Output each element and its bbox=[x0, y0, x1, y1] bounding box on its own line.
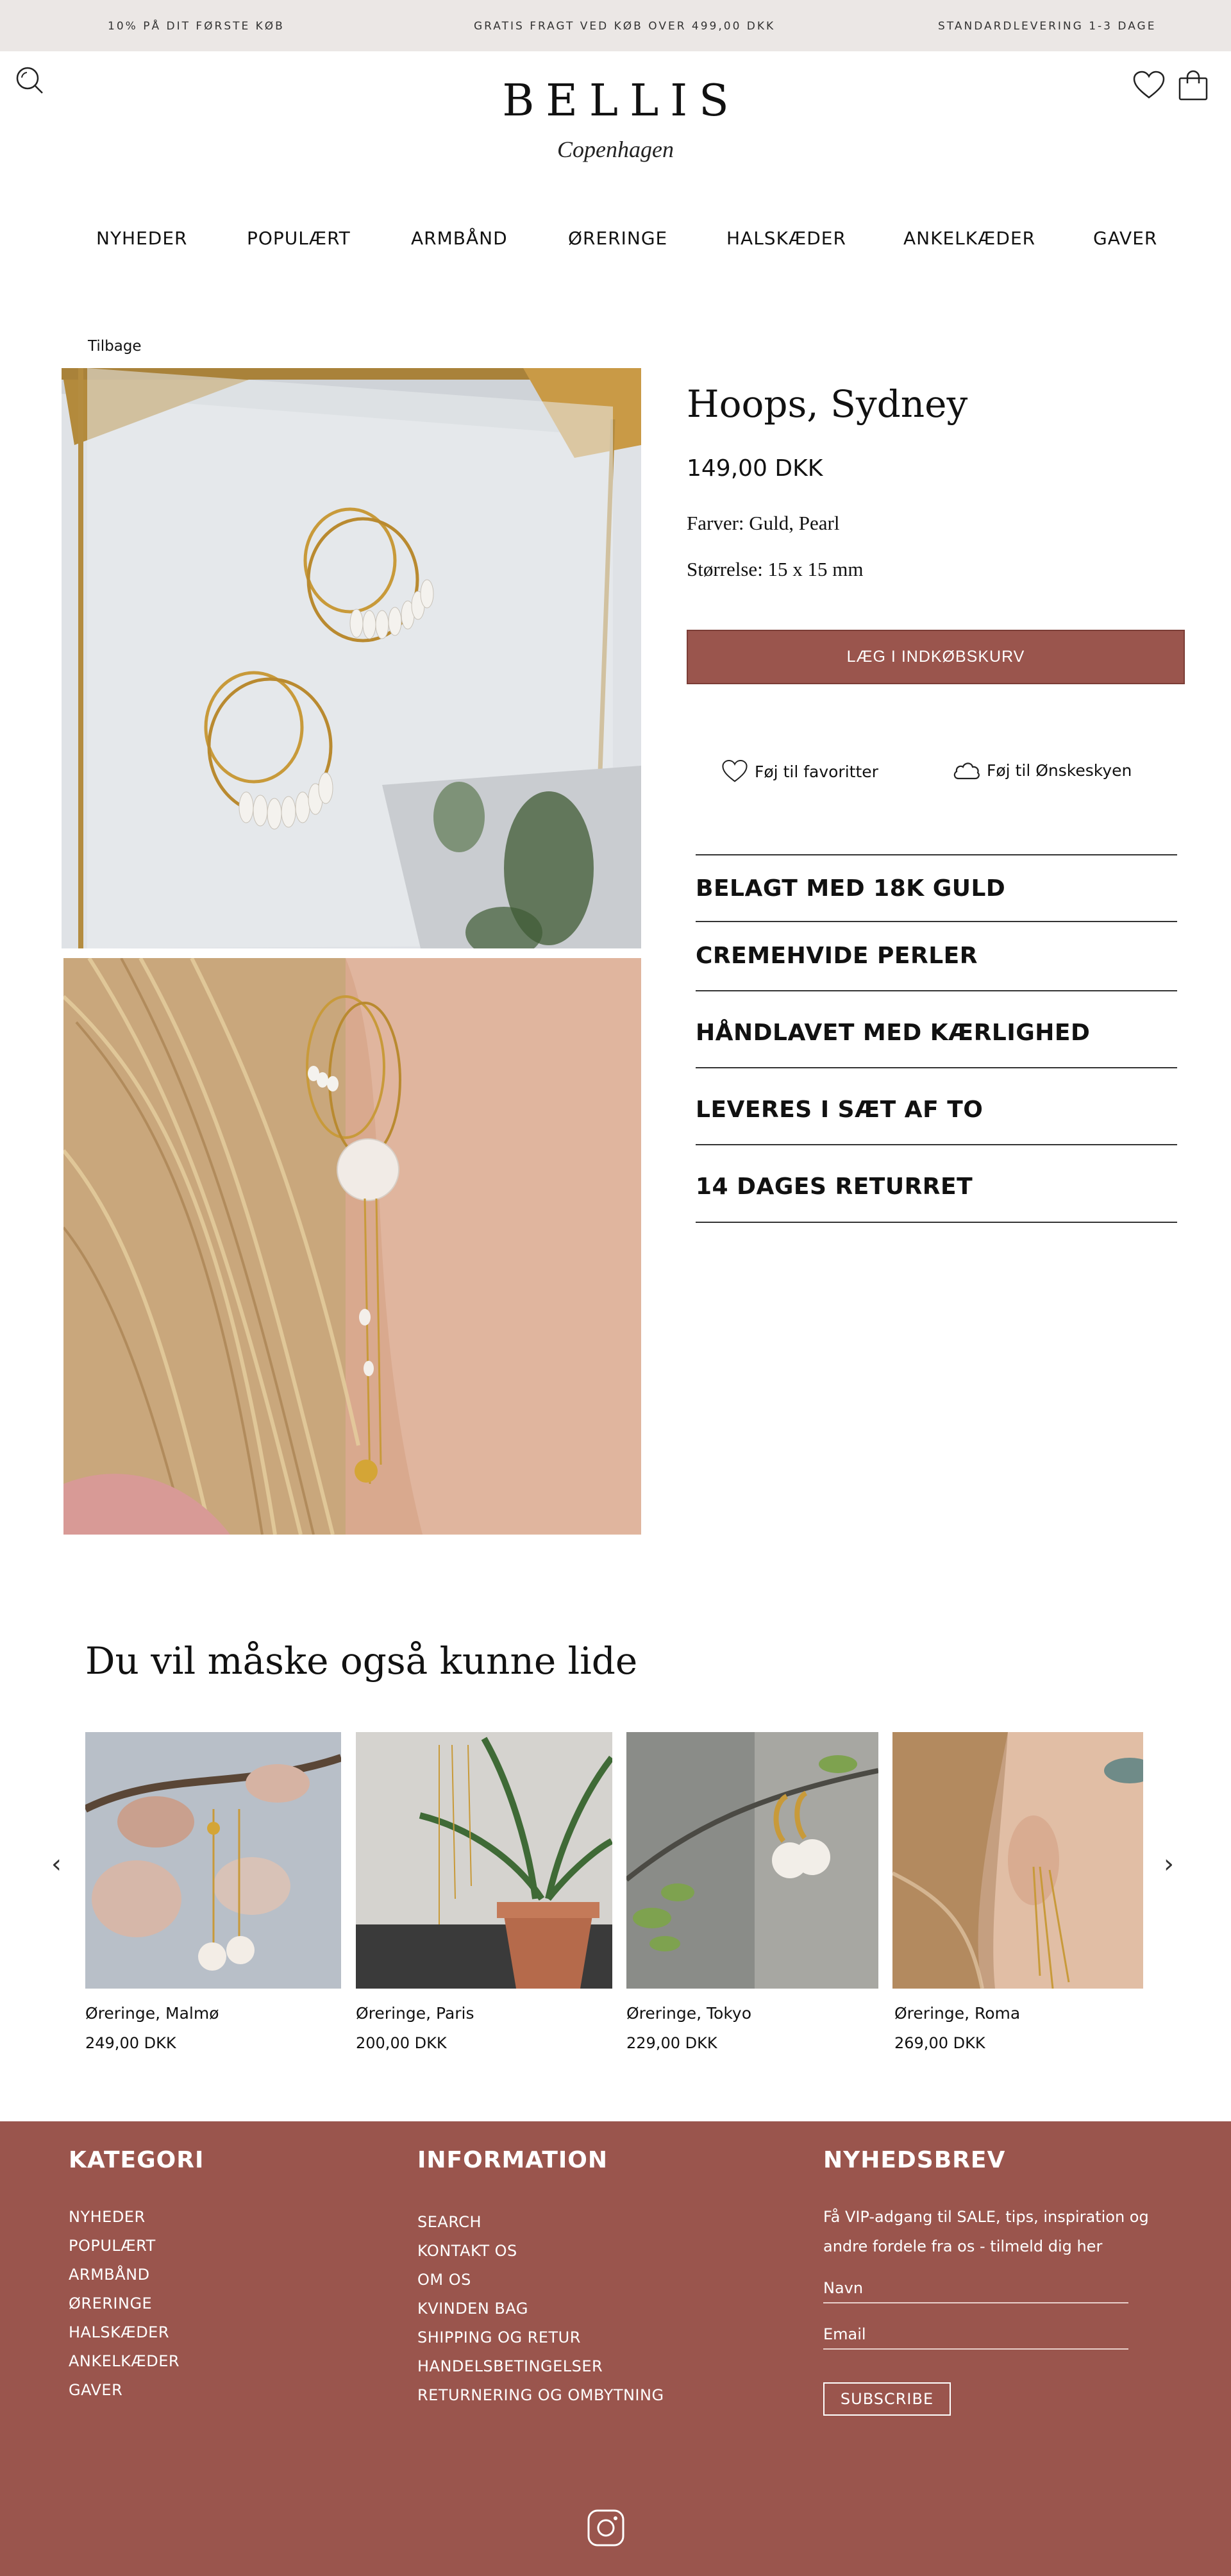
main-nav: NYHEDER POPULÆRT ARMBÅND ØRERINGE HALSKÆ… bbox=[0, 228, 1231, 253]
feature-item: CREMEHVIDE PERLER bbox=[696, 943, 978, 969]
recommendation-image[interactable] bbox=[626, 1732, 878, 1989]
recommendation-image[interactable] bbox=[85, 1732, 341, 1989]
footer-link[interactable]: SEARCH bbox=[417, 2213, 482, 2231]
newsletter-text: Få VIP-adgang til SALE, tips, inspiratio… bbox=[823, 2208, 1149, 2255]
footer-link[interactable]: OM OS bbox=[417, 2271, 471, 2289]
feature-item: 14 DAGES RETURRET bbox=[696, 1174, 973, 1200]
recommendation-image[interactable] bbox=[892, 1732, 1143, 1989]
footer-newsletter-title: NYHEDSBREV bbox=[823, 2147, 1006, 2173]
footer-link[interactable]: ØRERINGE bbox=[69, 2294, 152, 2312]
logo-subtitle: Copenhagen bbox=[557, 137, 674, 162]
recommendations-title: Du vil måske også kunne lide bbox=[85, 1639, 638, 1683]
divider bbox=[696, 1144, 1177, 1145]
divider bbox=[696, 1222, 1177, 1223]
footer-information-title: INFORMATION bbox=[417, 2147, 608, 2173]
footer-link[interactable]: ARMBÅND bbox=[69, 2266, 150, 2284]
announcement-bar: 10% PÅ DIT FØRSTE KØB GRATIS FRAGT VED K… bbox=[0, 0, 1231, 51]
nav-item-halskaeder[interactable]: HALSKÆDER bbox=[726, 228, 846, 249]
nav-item-armbaand[interactable]: ARMBÅND bbox=[411, 228, 508, 249]
footer-link[interactable]: ANKELKÆDER bbox=[69, 2352, 180, 2370]
feature-item: LEVERES I SÆT AF TO bbox=[696, 1097, 984, 1123]
footer-link[interactable]: NYHEDER bbox=[69, 2208, 146, 2226]
recommendation-image[interactable] bbox=[356, 1732, 612, 1989]
subscribe-button[interactable]: SUBSCRIBE bbox=[823, 2382, 951, 2416]
feature-item: BELAGT MED 18K GULD bbox=[696, 875, 1006, 902]
footer-kategori-title: KATEGORI bbox=[69, 2147, 205, 2173]
product-image-model[interactable] bbox=[63, 958, 641, 1535]
add-to-wishcloud[interactable]: Føj til Ønskeskyen bbox=[952, 759, 1132, 781]
favorites-label: Føj til favoritter bbox=[755, 762, 878, 781]
add-to-cart-button[interactable]: LÆG I INDKØBSKURV bbox=[687, 630, 1185, 684]
product-color: Farver: Guld, Pearl bbox=[687, 512, 840, 534]
recommendation-name[interactable]: Øreringe, Paris bbox=[356, 2004, 474, 2023]
cloud-icon bbox=[953, 762, 980, 780]
recommendation-price: 229,00 DKK bbox=[626, 2034, 717, 2052]
feature-item: HÅNDLAVET MED KÆRLIGHED bbox=[696, 1020, 1091, 1046]
divider bbox=[696, 921, 1177, 922]
announcement-left: 10% PÅ DIT FØRSTE KØB bbox=[108, 20, 285, 33]
recommendation-name[interactable]: Øreringe, Tokyo bbox=[626, 2004, 751, 2023]
footer-link[interactable]: HALSKÆDER bbox=[69, 2323, 169, 2341]
recommendation-name[interactable]: Øreringe, Roma bbox=[894, 2004, 1020, 2023]
nav-item-oreringe[interactable]: ØRERINGE bbox=[568, 228, 667, 249]
logo[interactable]: BELLIS bbox=[0, 76, 1231, 126]
cart-icon[interactable] bbox=[1178, 69, 1209, 105]
divider bbox=[696, 990, 1177, 991]
instagram-icon[interactable] bbox=[587, 2509, 625, 2550]
footer-link[interactable]: SHIPPING OG RETUR bbox=[417, 2328, 581, 2346]
product-image-main[interactable] bbox=[62, 368, 641, 948]
footer-link[interactable]: HANDELSBETINGELSER bbox=[417, 2357, 603, 2375]
name-field[interactable]: Navn bbox=[823, 2279, 1128, 2303]
email-field[interactable]: Email bbox=[823, 2325, 1128, 2350]
heart-icon bbox=[722, 760, 748, 782]
announcement-center: GRATIS FRAGT VED KØB OVER 499,00 DKK bbox=[474, 20, 776, 33]
footer-link[interactable]: KONTAKT OS bbox=[417, 2242, 517, 2260]
footer-link[interactable]: RETURNERING OG OMBYTNING bbox=[417, 2386, 664, 2404]
product-size: Størrelse: 15 x 15 mm bbox=[687, 558, 864, 580]
nav-item-populaert[interactable]: POPULÆRT bbox=[247, 228, 351, 249]
recommendation-name[interactable]: Øreringe, Malmø bbox=[85, 2004, 219, 2023]
product-price: 149,00 DKK bbox=[687, 455, 823, 482]
announcement-right: STANDARDLEVERING 1-3 DAGE bbox=[938, 20, 1157, 33]
carousel-prev-icon[interactable]: ‹ bbox=[51, 1849, 62, 1879]
carousel-next-icon[interactable]: › bbox=[1164, 1849, 1174, 1879]
back-link[interactable]: Tilbage bbox=[88, 338, 142, 355]
nav-item-ankelkaeder[interactable]: ANKELKÆDER bbox=[903, 228, 1035, 249]
nav-item-nyheder[interactable]: NYHEDER bbox=[96, 228, 188, 249]
product-title: Hoops, Sydney bbox=[687, 382, 968, 426]
recommendation-price: 200,00 DKK bbox=[356, 2034, 447, 2052]
recommendation-price: 269,00 DKK bbox=[894, 2034, 985, 2052]
footer-link[interactable]: POPULÆRT bbox=[69, 2237, 156, 2255]
footer: KATEGORI NYHEDER POPULÆRT ARMBÅND ØRERIN… bbox=[0, 2121, 1231, 2576]
divider bbox=[696, 1067, 1177, 1068]
add-to-favorites[interactable]: Føj til favoritter bbox=[721, 759, 878, 784]
footer-link[interactable]: KVINDEN BAG bbox=[417, 2300, 528, 2318]
recommendation-price: 249,00 DKK bbox=[85, 2034, 176, 2052]
heart-icon[interactable] bbox=[1132, 71, 1166, 103]
wishcloud-label: Føj til Ønskeskyen bbox=[987, 761, 1132, 780]
divider bbox=[696, 854, 1177, 855]
nav-item-gaver[interactable]: GAVER bbox=[1093, 228, 1157, 249]
footer-link[interactable]: GAVER bbox=[69, 2381, 122, 2399]
